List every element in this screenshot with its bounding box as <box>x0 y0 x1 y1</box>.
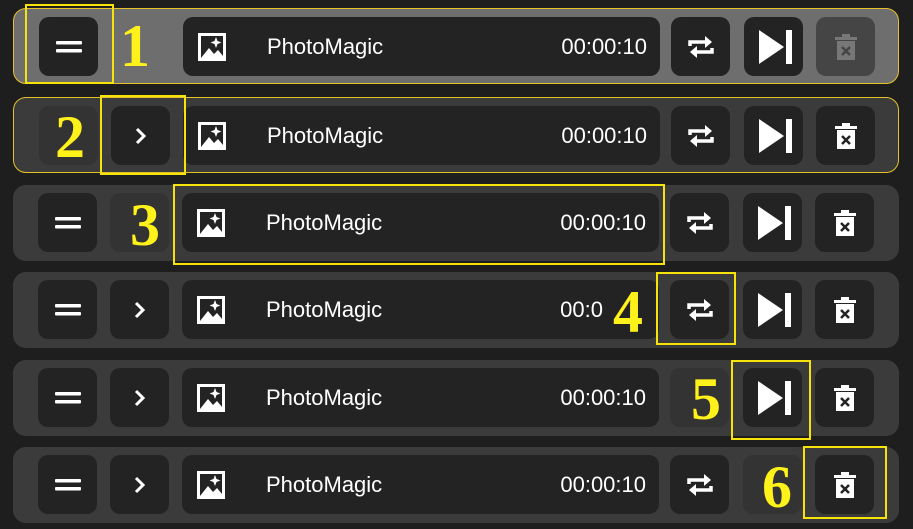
chevron-right-icon <box>134 389 145 406</box>
repeat-button[interactable] <box>671 106 730 165</box>
repeat-button[interactable] <box>670 455 729 514</box>
clip-duration: 00:00:10 <box>561 123 647 148</box>
repeat-icon <box>687 124 714 147</box>
repeat-icon <box>686 211 713 234</box>
highlight-box-3 <box>173 184 665 265</box>
clip-info[interactable]: PhotoMagic 00:00:10 <box>182 455 659 514</box>
track-row: PhotoMagic 00:0 <box>13 272 899 348</box>
image-sparkle-icon <box>197 384 225 412</box>
highlight-box-5 <box>731 360 811 440</box>
callout-number: 1 <box>120 13 150 79</box>
expand-button[interactable] <box>110 368 169 427</box>
chevron-right-icon <box>134 476 145 493</box>
callout-number: 3 <box>130 192 160 258</box>
callout-number: 6 <box>762 454 792 520</box>
image-sparkle-icon <box>197 296 225 324</box>
clip-duration: 00:00:10 <box>561 34 647 59</box>
callout-number: 4 <box>613 279 643 345</box>
clip-duration: 00:00:10 <box>560 472 646 497</box>
trash-icon <box>834 33 857 60</box>
skip-next-button[interactable] <box>743 280 802 339</box>
repeat-icon <box>687 35 714 58</box>
clip-title: PhotoMagic <box>266 385 383 410</box>
clip-title: PhotoMagic <box>266 472 383 497</box>
highlight-box-6 <box>803 446 887 519</box>
skip-next-icon <box>757 205 791 240</box>
repeat-button[interactable] <box>671 17 730 76</box>
highlight-box-4 <box>656 272 736 345</box>
expand-button[interactable] <box>110 455 169 514</box>
repeat-icon <box>686 473 713 496</box>
clip-info[interactable]: PhotoMagic 00:00:10 <box>182 368 659 427</box>
skip-next-button[interactable] <box>743 193 802 252</box>
delete-button[interactable] <box>816 17 875 76</box>
highlight-box-2 <box>100 95 186 175</box>
skip-next-button[interactable] <box>744 17 803 76</box>
trash-icon <box>833 209 856 236</box>
expand-button[interactable] <box>110 280 169 339</box>
drag-handle-button[interactable] <box>38 280 97 339</box>
delete-button[interactable] <box>815 280 874 339</box>
delete-button[interactable] <box>816 106 875 165</box>
drag-handle-button[interactable] <box>38 455 97 514</box>
delete-button[interactable] <box>815 368 874 427</box>
clip-duration: 00:00:10 <box>560 385 646 410</box>
highlight-box-1 <box>25 4 114 84</box>
delete-button[interactable] <box>815 193 874 252</box>
drag-handle-icon <box>54 303 81 315</box>
drag-handle-button[interactable] <box>38 368 97 427</box>
skip-next-icon <box>757 292 791 327</box>
clip-title: PhotoMagic <box>266 297 383 322</box>
clip-duration: 00:0 <box>560 297 603 322</box>
drag-handle-button[interactable] <box>38 193 97 252</box>
trash-icon <box>833 296 856 323</box>
repeat-button[interactable] <box>670 193 729 252</box>
image-sparkle-icon <box>198 33 226 61</box>
clip-info[interactable]: PhotoMagic 00:00:10 <box>183 17 660 76</box>
trash-icon <box>833 384 856 411</box>
image-sparkle-icon <box>198 122 226 150</box>
callout-number: 5 <box>691 366 721 432</box>
callout-number: 2 <box>55 104 85 170</box>
clip-title: PhotoMagic <box>267 123 384 148</box>
drag-handle-icon <box>54 478 81 490</box>
drag-handle-icon <box>54 391 81 403</box>
skip-next-icon <box>758 29 792 64</box>
clip-info[interactable]: PhotoMagic 00:0 <box>182 280 659 339</box>
skip-next-icon <box>758 118 792 153</box>
image-sparkle-icon <box>197 471 225 499</box>
drag-handle-icon <box>54 216 81 228</box>
chevron-right-icon <box>134 301 145 318</box>
clip-title: PhotoMagic <box>267 34 384 59</box>
clip-info[interactable]: PhotoMagic 00:00:10 <box>183 106 660 165</box>
skip-next-button[interactable] <box>744 106 803 165</box>
trash-icon <box>834 122 857 149</box>
